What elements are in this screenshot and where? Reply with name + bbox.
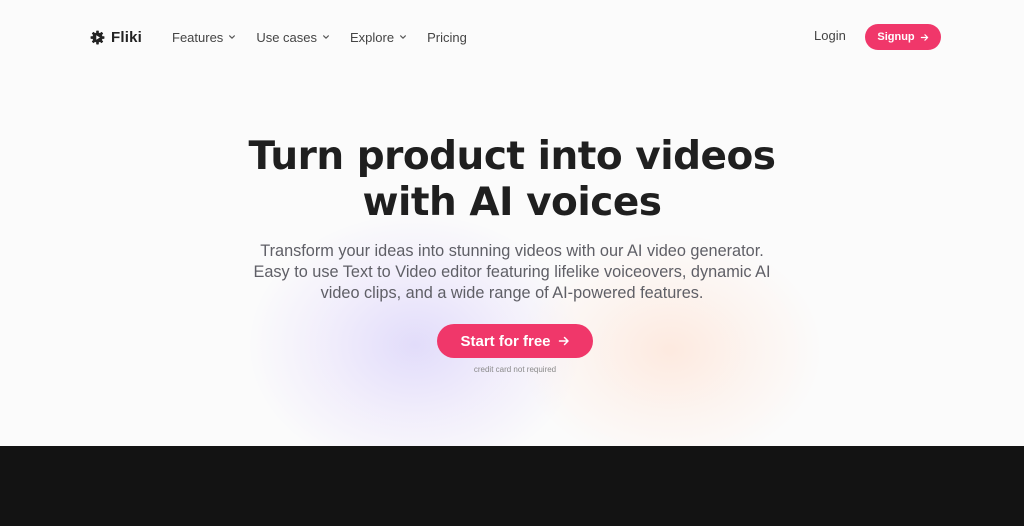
signup-button[interactable]: Signup xyxy=(865,24,941,50)
hero-subtitle: Transform your ideas into stunning video… xyxy=(232,241,792,304)
nav-item-label: Explore xyxy=(350,29,395,45)
hero-subtitle-line-2: Easy to use Text to Video editor featuri… xyxy=(253,263,771,281)
nav-item-features[interactable]: Features xyxy=(172,30,236,45)
page: Fliki Features Use cases Explore Pricing… xyxy=(0,0,1024,526)
signup-label: Signup xyxy=(877,31,915,43)
nav-item-pricing[interactable]: Pricing xyxy=(427,30,467,45)
start-for-free-button[interactable]: Start for free xyxy=(437,324,593,358)
arrow-right-icon xyxy=(920,33,928,41)
login-link[interactable]: Login xyxy=(814,28,846,43)
nav-item-label: Pricing xyxy=(427,29,467,45)
nav-item-label: Features xyxy=(172,29,224,45)
hero-title-line-2: with AI voices xyxy=(362,180,662,225)
nav-item-use-cases[interactable]: Use cases xyxy=(256,30,330,45)
top-navigation: Fliki Features Use cases Explore Pricing… xyxy=(0,0,1024,74)
cta-note: credit card not required xyxy=(473,365,557,374)
play-gear-icon xyxy=(90,30,105,44)
chevron-down-icon xyxy=(323,35,329,39)
nav-menu: Features Use cases Explore Pricing xyxy=(172,27,467,47)
hero-title: Turn product into videos with AI voices xyxy=(212,134,812,226)
brand-name: Fliki xyxy=(111,28,143,46)
hero-subtitle-line-3: video clips, and a wide range of AI-powe… xyxy=(320,284,704,302)
arrow-right-icon xyxy=(558,336,569,346)
chevron-down-icon xyxy=(229,35,236,39)
hero-subtitle-line-1: Transform your ideas into stunning video… xyxy=(260,242,764,260)
chevron-down-icon xyxy=(400,35,407,39)
cta-label: Start for free xyxy=(460,332,551,350)
hero-title-line-1: Turn product into videos xyxy=(248,134,776,179)
dark-video-section xyxy=(0,446,1024,526)
brand-logo[interactable]: Fliki xyxy=(90,27,142,47)
nav-item-explore[interactable]: Explore xyxy=(350,30,407,45)
nav-item-label: Use cases xyxy=(256,29,318,45)
